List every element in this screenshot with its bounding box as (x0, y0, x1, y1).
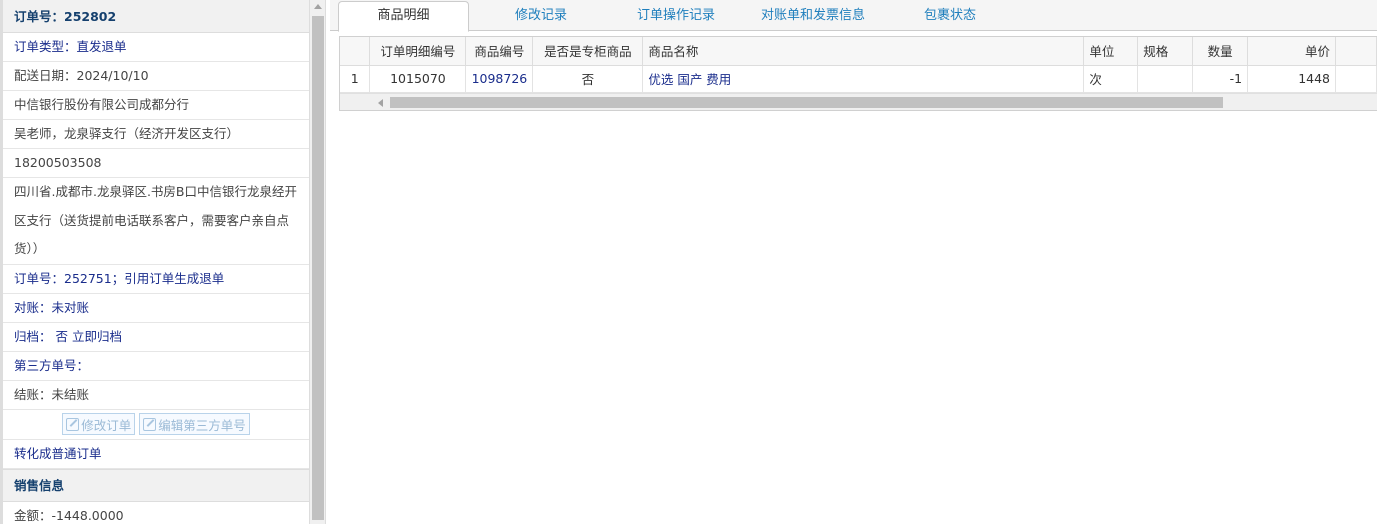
tab-statement-invoice[interactable]: 对账单和发票信息 (750, 0, 876, 31)
phone-number: 18200503508 (3, 149, 309, 178)
cell-unit: 次 (1083, 65, 1139, 93)
col-header-extra (1335, 37, 1377, 66)
cell-rownum: 1 (340, 65, 371, 93)
delivery-address: 四川省.成都市.龙泉驿区.书房B口中信银行龙泉经开区支行（送货提前电话联系客户，… (3, 178, 309, 265)
cell-unit-price: 1448 (1247, 65, 1336, 93)
col-header-rownum (340, 37, 371, 66)
scroll-thumb[interactable] (312, 16, 324, 520)
settle-status: 结账：未结账 (3, 381, 309, 410)
edit-third-party-button[interactable]: 编辑第三方单号 (139, 413, 250, 435)
order-type: 订单类型：直发退单 (3, 33, 309, 62)
tab-modify-records[interactable]: 修改记录 (496, 0, 586, 31)
grid-horizontal-scrollbar[interactable] (340, 92, 1377, 110)
action-buttons: 修改订单 编辑第三方单号 (3, 410, 309, 440)
third-party-number: 第三方单号： (3, 352, 309, 381)
edit-icon (143, 417, 157, 431)
cell-quantity: -1 (1192, 65, 1249, 93)
cell-counter-product: 否 (532, 65, 644, 93)
tab-order-operation-records[interactable]: 订单操作记录 (624, 0, 728, 31)
left-panel-scrollbar[interactable] (310, 0, 326, 524)
tab-product-details[interactable]: 商品明细 (338, 1, 469, 32)
col-header-unit-price[interactable]: 单价 (1247, 37, 1336, 66)
archive-status[interactable]: 归档： 否 立即归档 (3, 323, 309, 352)
table-row[interactable]: 1 1015070 1098726 否 优选 国产 费用 次 -1 1448 (340, 65, 1377, 93)
sales-info-header: 销售信息 (3, 468, 309, 502)
amount: 金额：-1448.0000 (3, 502, 309, 524)
col-header-product-name[interactable]: 商品名称 (642, 37, 1085, 66)
cell-detail-id: 1015070 (369, 65, 467, 93)
cell-extra (1335, 65, 1377, 93)
cell-product-name[interactable]: 优选 国产 费用 (642, 65, 1085, 93)
tab-bar: 商品明细 修改记录 订单操作记录 对账单和发票信息 包裹状态 (330, 0, 1377, 32)
scroll-up-arrow-icon[interactable] (314, 4, 322, 9)
delivery-date: 配送日期：2024/10/10 (3, 62, 309, 91)
col-header-spec[interactable]: 规格 (1137, 37, 1194, 66)
col-header-unit[interactable]: 单位 (1083, 37, 1139, 66)
cell-product-id[interactable]: 1098726 (465, 65, 534, 93)
reconcile-status: 对账：未对账 (3, 294, 309, 323)
edit-icon (66, 417, 80, 431)
scroll-left-arrow-icon[interactable] (378, 98, 383, 107)
contact-info: 吴老师，龙泉驿支行（经济开发区支行） (3, 120, 309, 149)
col-header-counter-product[interactable]: 是否是专柜商品 (532, 37, 644, 66)
product-detail-grid: 订单明细编号 商品编号 是否是专柜商品 商品名称 单位 规格 数量 单价 1 1… (339, 36, 1377, 111)
col-header-quantity[interactable]: 数量 (1192, 37, 1249, 66)
table-header-row: 订单明细编号 商品编号 是否是专柜商品 商品名称 单位 规格 数量 单价 (340, 37, 1377, 66)
order-number-header: 订单号：252802 (3, 0, 309, 33)
order-info-panel: 订单号：252802 订单类型：直发退单 配送日期：2024/10/10 中信银… (0, 0, 310, 524)
tab-package-status[interactable]: 包裹状态 (910, 0, 990, 31)
cell-spec (1137, 65, 1194, 93)
convert-normal-order-link[interactable]: 转化成普通订单 (3, 440, 309, 469)
edit-order-button[interactable]: 修改订单 (62, 413, 136, 435)
scroll-thumb[interactable] (390, 96, 1223, 108)
col-header-detail-id[interactable]: 订单明细编号 (369, 37, 467, 66)
reference-order[interactable]: 订单号：252751；引用订单生成退单 (3, 265, 309, 294)
detail-area: 商品明细 修改记录 订单操作记录 对账单和发票信息 包裹状态 订单明细编号 商品… (330, 0, 1377, 524)
col-header-product-id[interactable]: 商品编号 (465, 37, 534, 66)
company-name: 中信银行股份有限公司成都分行 (3, 91, 309, 120)
